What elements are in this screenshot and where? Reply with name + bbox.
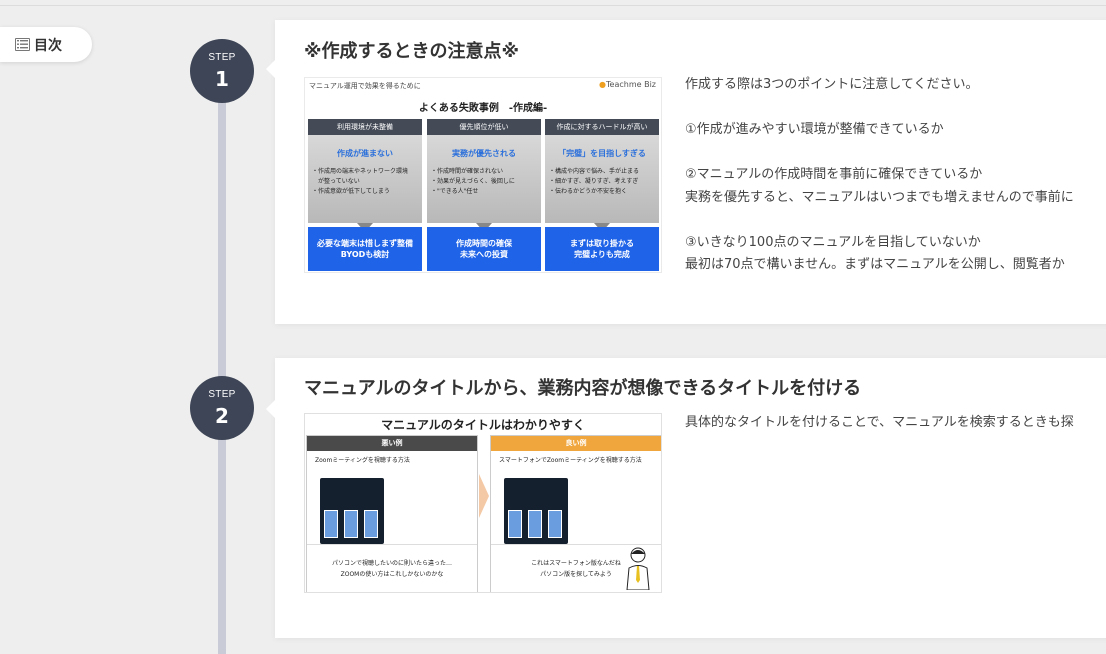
panel-head: 良い例 <box>491 436 661 451</box>
figure-column-2: 優先順位が低い 実務が優先される ・作成時間が確保されない ・効果が見えづらく、… <box>427 119 541 272</box>
column-sub: 「完璧」を目指しすぎる <box>558 149 646 158</box>
column-body: 実務が優先される ・作成時間が確保されない ・効果が見えづらく、後回しに ・"で… <box>427 135 541 223</box>
good-example-panel: 良い例 スマートフォンでZoomミーティングを視聴する方法 これはスマートフォン… <box>490 435 661 592</box>
teachme-biz-logo: ●Teachme Biz <box>599 80 656 89</box>
step-number: 1 <box>215 67 229 91</box>
step-label: STEP <box>208 389 236 400</box>
step-2-figure: マニュアルのタイトルはわかりやすく 悪い例 Zoomミーティングを視聴する方法 … <box>304 413 662 593</box>
panel-sub: Zoomミーティングを視聴する方法 <box>315 457 410 464</box>
step-1-text: 作成する際は3つのポイントに注意してください。 ①作成が進みやすい環境が整備でき… <box>685 77 1074 272</box>
chevron-right-icon <box>479 474 489 518</box>
step-timeline <box>218 92 226 654</box>
column-list: ・作成用の端末やネットワーク環境 が整っていない ・作成意欲が低下してしまう <box>312 168 409 195</box>
column-result: 必要な端末は惜しまず整備 BYODも検討 <box>308 227 422 271</box>
step-1-badge: STEP 1 <box>190 39 254 103</box>
step-2-badge: STEP 2 <box>190 376 254 440</box>
figure-top-note: マニュアル運用で効果を得るために <box>309 82 421 90</box>
column-body: 作成が進まない ・作成用の端末やネットワーク環境 が整っていない ・作成意欲が低… <box>308 135 422 223</box>
list-icon <box>15 38 30 51</box>
step-1-title: ※作成するときの注意点※ <box>304 41 519 62</box>
panel-head: 悪い例 <box>307 436 477 451</box>
column-head: 利用環境が未整備 <box>308 119 422 135</box>
step-number: 2 <box>215 404 229 428</box>
step-label: STEP <box>208 52 236 63</box>
column-sub: 作成が進まない <box>337 149 393 158</box>
toc-button[interactable]: 目次 <box>0 27 92 62</box>
column-head: 優先順位が低い <box>427 119 541 135</box>
step-2-card: マニュアルのタイトルから、業務内容が想像できるタイトルを付ける マニュアルのタイ… <box>266 358 1106 638</box>
phone-screenshot <box>504 478 568 544</box>
panel-sub: スマートフォンでZoomミーティングを視聴する方法 <box>499 457 642 464</box>
step-1-card: ※作成するときの注意点※ マニュアル運用で効果を得るために ●Teachme B… <box>266 20 1106 324</box>
step-2-text: 具体的なタイトルを付けることで、マニュアルを検索するときも探 <box>685 415 1074 430</box>
column-sub: 実務が優先される <box>452 149 516 158</box>
column-head: 作成に対するハードルが高い <box>545 119 659 135</box>
column-result: 作成時間の確保 未来への投資 <box>427 227 541 271</box>
bad-example-panel: 悪い例 Zoomミーティングを視聴する方法 パソコンで視聴したいのに則いたら違っ… <box>306 435 478 592</box>
figure-title: マニュアルのタイトルはわかりやすく <box>381 418 585 432</box>
figure-title: よくある失敗事例 -作成編- <box>418 103 548 114</box>
column-body: 「完璧」を目指しすぎる ・構成や内容で悩み、手が止まる ・細かすぎ、凝りすぎ、考… <box>545 135 659 223</box>
step-1-figure: マニュアル運用で効果を得るために ●Teachme Biz よくある失敗事例 -… <box>304 77 662 273</box>
panel-foot: パソコンで視聴したいのに則いたら違った… ZOOMの使い方はこれしかないのかな <box>307 544 477 592</box>
figure-column-3: 作成に対するハードルが高い 「完璧」を目指しすぎる ・構成や内容で悩み、手が止ま… <box>545 119 659 272</box>
toc-label: 目次 <box>34 37 62 54</box>
figure-column-1: 利用環境が未整備 作成が進まない ・作成用の端末やネットワーク環境 が整っていな… <box>308 119 422 272</box>
phone-screenshot <box>320 478 384 544</box>
column-list: ・作成時間が確保されない ・効果が見えづらく、後回しに ・"できる人"任せ <box>431 168 515 195</box>
step-2-title: マニュアルのタイトルから、業務内容が想像できるタイトルを付ける <box>304 378 862 399</box>
top-divider <box>0 5 1106 6</box>
column-result: まずは取り掛かる 完璧よりも完成 <box>545 227 659 271</box>
column-list: ・構成や内容で悩み、手が止まる ・細かすぎ、凝りすぎ、考えすぎ ・伝わるかどうか… <box>549 168 640 195</box>
person-illustration <box>626 547 650 590</box>
